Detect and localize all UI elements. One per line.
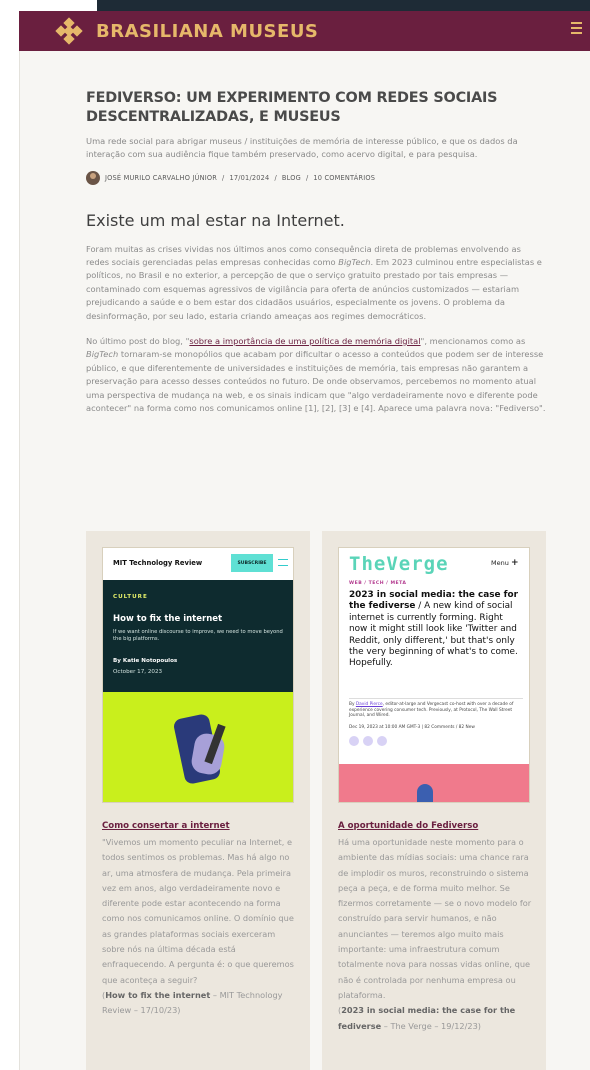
meta-separator: / <box>274 173 277 182</box>
verge-dateline: Dec 19, 2023 at 10:00 AM GMT-3 | 82 Comm… <box>349 725 475 730</box>
mit-dek: If we want online discourse to improve, … <box>113 629 283 642</box>
mit-kicker: CULTURE <box>113 594 148 600</box>
comments-count[interactable]: 10 COMENTÁRIOS <box>313 174 375 182</box>
subscribe-button: SUBSCRIBE <box>231 554 273 572</box>
verge-logo: TheVerge <box>349 553 449 575</box>
mit-menu-icon <box>278 559 288 566</box>
paragraph-1: Foram muitas as crises vividas nos últim… <box>86 243 542 321</box>
post-date: 17/01/2024 <box>229 173 270 182</box>
verge-illustration <box>339 764 529 802</box>
brasiliana-logo-icon[interactable] <box>54 16 84 46</box>
mit-date: October 17, 2023 <box>113 669 163 675</box>
mit-headline: How to fix the internet <box>113 614 223 624</box>
card-verge: TheVerge Menu + WEB / TECH / META 2023 i… <box>322 531 546 1070</box>
verge-headline: 2023 in social media: the case for the f… <box>349 590 518 669</box>
mit-byline: By Katie Notopoulos <box>113 658 178 664</box>
verge-share-icons <box>349 736 387 746</box>
verge-thumbnail[interactable]: TheVerge Menu + WEB / TECH / META 2023 i… <box>338 547 530 803</box>
author-name[interactable]: JOSÉ MURILO CARVALHO JÚNIOR <box>105 174 217 182</box>
cards-row: MIT Technology Review SUBSCRIBE CULTURE … <box>86 531 546 1070</box>
meta-separator: / <box>222 173 225 182</box>
figure-illustration-icon <box>417 784 433 802</box>
site-header: BRASILIANA MUSEUS <box>19 11 590 51</box>
card-mit: MIT Technology Review SUBSCRIBE CULTURE … <box>86 531 310 1070</box>
twitter-icon <box>349 736 359 746</box>
site-brand[interactable]: BRASILIANA MUSEUS <box>96 21 318 42</box>
post-category[interactable]: BLOG <box>282 174 301 182</box>
article-intro: Uma rede social para abrigar museus / in… <box>86 136 518 160</box>
card-link-mit[interactable]: Como consertar a internet <box>102 821 230 831</box>
article-meta: JOSÉ MURILO CARVALHO JÚNIOR / 17/01/2024… <box>86 170 546 185</box>
verge-breadcrumb: WEB / TECH / META <box>349 581 407 586</box>
main-content: FEDIVERSO: UM EXPERIMENTO COM REDES SOCI… <box>19 51 590 1070</box>
plus-icon: + <box>510 558 519 568</box>
paragraph-2: No último post do blog, "sobre a importâ… <box>86 336 546 414</box>
article-title: FEDIVERSO: UM EXPERIMENTO COM REDES SOCI… <box>86 90 498 125</box>
top-dark-band <box>97 0 590 11</box>
card-body-verge: Há uma oportunidade neste momento para o… <box>338 837 532 1031</box>
mit-thumbnail[interactable]: MIT Technology Review SUBSCRIBE CULTURE … <box>102 547 294 803</box>
hamburger-menu-icon[interactable] <box>571 22 582 34</box>
verge-divider <box>349 698 523 699</box>
mit-logo: MIT Technology Review <box>113 559 203 567</box>
memory-policy-link[interactable]: sobre a importância de uma política de m… <box>189 336 420 346</box>
verge-byline: By David Pierce, editor-at-large and Ver… <box>349 702 514 719</box>
author-avatar[interactable] <box>86 170 100 185</box>
section-heading: Existe um mal estar na Internet. <box>86 210 345 230</box>
card-body-mit: "Vivemos um momento peculiar na Internet… <box>102 837 294 1016</box>
article: FEDIVERSO: UM EXPERIMENTO COM REDES SOCI… <box>86 89 546 415</box>
browser-top-strip <box>0 0 590 11</box>
card-link-verge[interactable]: A oportunidade do Fediverso <box>338 821 478 831</box>
facebook-icon <box>363 736 373 746</box>
link-icon <box>377 736 387 746</box>
verge-menu: Menu + <box>491 558 519 568</box>
meta-separator: / <box>305 173 309 182</box>
